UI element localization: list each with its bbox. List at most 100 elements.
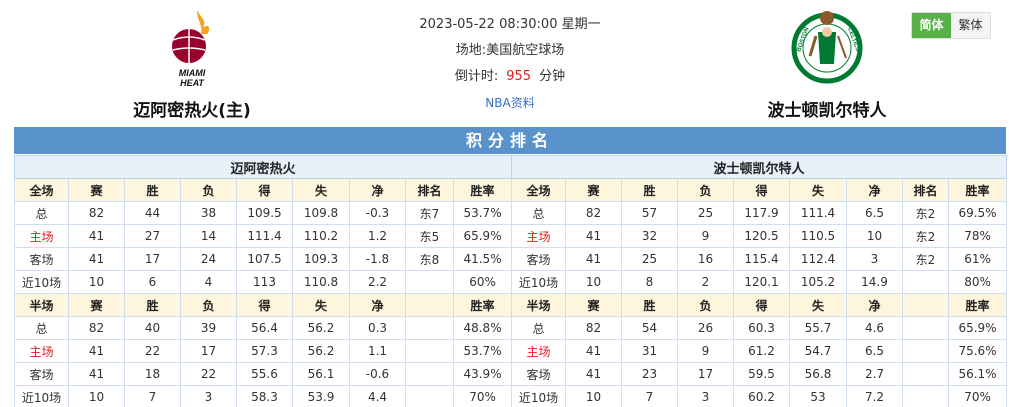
table-cell: 53.7% [452,339,513,363]
table-cell [902,316,949,340]
home-team-name[interactable]: 迈阿密热火(主) [92,96,292,121]
table-cell: 120.5 [733,224,790,248]
nba-data-link[interactable]: NBA资料 [485,96,534,110]
table-cell: 60.3 [733,316,790,340]
table-row: 总 82 54 26 60.3 55.7 4.6 65.9% [511,316,1008,340]
traditional-chinese-button[interactable]: 繁体 [951,13,990,38]
table-cell: 65.9% [947,316,1008,340]
ranking-title: 积分排名 [14,127,1006,154]
match-header: MIAMI HEAT 迈阿密热火(主) 2023-05-22 08:30:00 … [0,0,1009,126]
table-cell: 56.2 [292,339,350,363]
row-label: 客场 [14,247,69,271]
away-team-name[interactable]: 波士顿凯尔特人 [727,96,927,121]
table-row: 主场 41 32 9 120.5 110.5 10 东2 78% [511,224,1008,248]
table-cell: 57 [621,201,678,225]
table-cell: 16 [677,247,734,271]
table-cell: 1.2 [349,224,406,248]
column-header: 胜率 [947,293,1008,317]
table-cell: 59.5 [733,362,790,386]
table-cell: 41 [565,224,622,248]
venue-row: 场地:美国航空球场 [380,38,640,64]
table-cell [405,339,454,363]
table-cell: 78% [947,224,1008,248]
table-cell: 25 [621,247,678,271]
table-cell: 70% [947,385,1008,407]
table-cell: 109.8 [292,201,350,225]
table-cell: 3 [180,385,237,407]
column-header: 胜率 [947,178,1008,202]
row-label: 客场 [14,362,69,386]
table-cell: 6.5 [846,339,903,363]
row-label: 总 [14,316,69,340]
table-cell: 43.9% [452,362,513,386]
table-cell: 3 [677,385,734,407]
home-standings-table: 迈阿密热火 全场赛胜负得失净排名 胜率总 82 44 38 109.5 109.8 -0.3 东7… [13,155,513,407]
table-cell: 115.4 [733,247,790,271]
table-cell: 120.1 [733,270,790,294]
table-cell: 23 [621,362,678,386]
row-label: 主场 [14,224,69,248]
table-cell: 110.8 [292,270,350,294]
match-info: 2023-05-22 08:30:00 星期一 场地:美国航空球场 倒计时: 95… [380,12,640,116]
column-header: 得 [236,178,293,202]
table-cell: 41 [565,247,622,271]
miami-heat-logo[interactable]: MIAMI HEAT [157,6,227,88]
table-cell: 24 [180,247,237,271]
svg-text:HEAT: HEAT [180,78,205,88]
column-header: 排名 [405,178,454,202]
table-cell: 56.1% [947,362,1008,386]
table-cell: 0.3 [349,316,406,340]
table-cell: 东8 [405,247,454,271]
table-cell: 61.2 [733,339,790,363]
table-cell [405,270,454,294]
table-cell: 4.6 [846,316,903,340]
table-cell: 2.2 [349,270,406,294]
simplified-chinese-button[interactable]: 简体 [912,13,951,38]
table-row: 近10场 10 7 3 60.2 53 7.2 70% [511,385,1008,407]
table-row: 总 82 57 25 117.9 111.4 6.5 东2 69.5% [511,201,1008,225]
table-cell: 6.5 [846,201,903,225]
table-cell: 18 [124,362,181,386]
table-cell [902,339,949,363]
column-header: 净 [846,293,903,317]
table-cell: 55.6 [236,362,293,386]
table-cell: 8 [621,270,678,294]
table-cell: 58.3 [236,385,293,407]
table-cell: 41 [68,362,125,386]
away-standings-table: 波士顿凯尔特人 全场赛胜负得失净排名 胜率总 82 57 25 117.9 111.4 6.5 东… [510,155,1008,407]
table-cell: 65.9% [452,224,513,248]
table-cell: 39 [180,316,237,340]
table-cell: 110.5 [789,224,847,248]
column-header: 胜 [621,293,678,317]
table-cell: 7.2 [846,385,903,407]
table-cell: 22 [180,362,237,386]
table-cell: 82 [565,201,622,225]
row-label: 主场 [14,339,69,363]
table-cell: 41 [565,362,622,386]
table-cell: 14 [180,224,237,248]
venue-label: 场地: [455,43,487,58]
table-row: 近10场 10 8 2 120.1 105.2 14.9 80% [511,270,1008,294]
table-cell: -0.3 [349,201,406,225]
table-cell: 55.7 [789,316,847,340]
countdown-row: 倒计时: 955 分钟 [380,64,640,90]
table-cell: 41 [68,224,125,248]
table-cell: 56.2 [292,316,350,340]
table-cell [405,316,454,340]
table-cell: 69.5% [947,201,1008,225]
column-header: 净 [349,293,406,317]
table-cell: 17 [124,247,181,271]
team-header-row: 波士顿凯尔特人 [510,155,1008,179]
column-header: 净 [349,178,406,202]
column-header: 全场 [14,178,69,202]
table-cell: 9 [677,339,734,363]
table-row: 客场 41 23 17 59.5 56.8 2.7 56.1% [511,362,1008,386]
boston-celtics-logo[interactable]: BOSTON CELTICS [788,6,866,88]
table-row: 主场 41 22 17 57.3 56.2 1.1 53.7% [14,339,513,363]
column-header: 得 [236,293,293,317]
full-game-header-row: 全场赛胜负得失净排名 胜率 [14,178,513,202]
team-header: 迈阿密热火 [13,155,513,179]
table-cell: 41.5% [452,247,513,271]
table-cell: 25 [677,201,734,225]
table-row: 主场 41 27 14 111.4 110.2 1.2 东5 65.9% [14,224,513,248]
